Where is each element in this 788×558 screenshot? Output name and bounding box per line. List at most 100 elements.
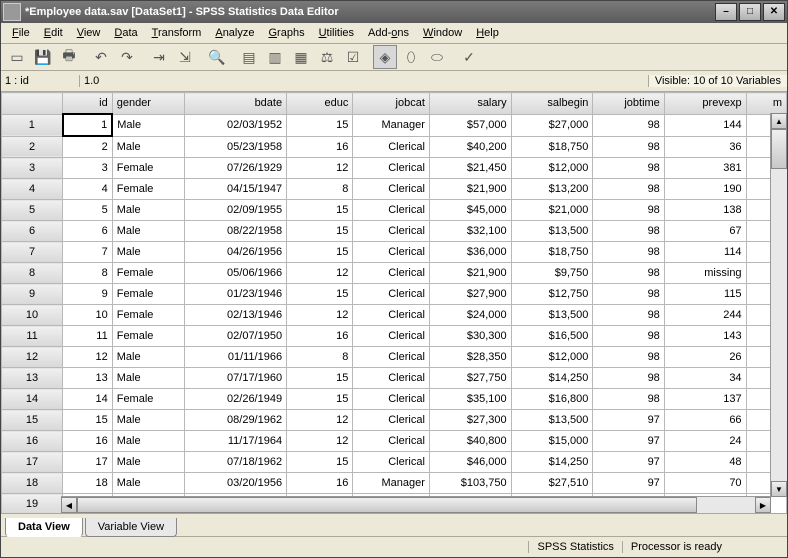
cell-salary[interactable]: $21,450 [429,158,511,179]
undo-icon[interactable]: ↶ [89,45,113,69]
cell-gender[interactable]: Male [112,200,184,221]
cell-educ[interactable]: 16 [287,473,353,494]
split-file-icon[interactable]: ▦ [289,45,313,69]
row-header[interactable]: 19 [2,494,63,514]
cell-gender[interactable]: Male [112,431,184,452]
cell-gender[interactable]: Female [112,158,184,179]
cell-salary[interactable]: $27,750 [429,368,511,389]
cell-gender[interactable]: Male [112,221,184,242]
cell-jobcat[interactable]: Clerical [353,431,430,452]
cell-salary[interactable]: $36,000 [429,242,511,263]
cell-jobcat[interactable]: Clerical [353,221,430,242]
cell-jobcat[interactable]: Clerical [353,410,430,431]
corner-header[interactable] [2,93,63,115]
row-header[interactable]: 18 [2,473,63,494]
cell-salbegin[interactable]: $18,750 [511,242,593,263]
horizontal-scrollbar[interactable]: ◀ ▶ [61,496,771,513]
menu-help[interactable]: Help [469,25,506,41]
menu-graphs[interactable]: Graphs [261,25,311,41]
cell-id[interactable]: 7 [63,242,113,263]
cell-id[interactable]: 6 [63,221,113,242]
spellcheck-icon[interactable]: ✓ [457,45,481,69]
scroll-down-icon[interactable]: ▼ [771,481,787,497]
cell-gender[interactable]: Male [112,368,184,389]
cell-bdate[interactable]: 02/09/1955 [184,200,286,221]
scroll-right-icon[interactable]: ▶ [755,497,771,513]
cell-jobcat[interactable]: Clerical [353,347,430,368]
menu-addons[interactable]: Add-ons [361,25,416,41]
cell-educ[interactable]: 15 [287,200,353,221]
cell-jobtime[interactable]: 98 [593,347,664,368]
row-header[interactable]: 9 [2,284,63,305]
cell-educ[interactable]: 12 [287,158,353,179]
select-cases-icon[interactable]: ☑ [341,45,365,69]
cell-educ[interactable]: 15 [287,368,353,389]
menu-utilities[interactable]: Utilities [312,25,361,41]
cell-salary[interactable]: $21,900 [429,179,511,200]
cell-jobtime[interactable]: 98 [593,263,664,284]
col-header-m[interactable]: m [746,93,786,115]
col-header-gender[interactable]: gender [112,93,184,115]
cell-jobcat[interactable]: Clerical [353,179,430,200]
cell-bdate[interactable]: 02/03/1952 [184,114,286,136]
cell-id[interactable]: 9 [63,284,113,305]
cell-prevexp[interactable]: 48 [664,452,746,473]
cell-salbegin[interactable]: $27,510 [511,473,593,494]
cell-gender[interactable]: Male [112,410,184,431]
cell-bdate[interactable]: 04/26/1956 [184,242,286,263]
cell-salbegin[interactable]: $13,500 [511,305,593,326]
cell-jobcat[interactable]: Clerical [353,263,430,284]
cell-jobtime[interactable]: 98 [593,136,664,158]
cell-salary[interactable]: $27,300 [429,410,511,431]
cell-prevexp[interactable]: 26 [664,347,746,368]
goto-case-icon[interactable]: ⇥ [147,45,171,69]
cell-jobcat[interactable]: Clerical [353,136,430,158]
vertical-scrollbar[interactable]: ▲ ▼ [770,113,787,497]
row-header[interactable]: 8 [2,263,63,284]
cell-prevexp[interactable]: 381 [664,158,746,179]
tab-variable-view[interactable]: Variable View [85,518,177,537]
cell-salbegin[interactable]: $13,200 [511,179,593,200]
cell-gender[interactable]: Female [112,305,184,326]
cell-jobtime[interactable]: 98 [593,389,664,410]
cell-salbegin[interactable]: $16,800 [511,389,593,410]
cell-id[interactable]: 2 [63,136,113,158]
cell-jobcat[interactable]: Manager [353,114,430,136]
row-header[interactable]: 12 [2,347,63,368]
cell-jobtime[interactable]: 98 [593,242,664,263]
cell-bdate[interactable]: 08/22/1958 [184,221,286,242]
cell-jobcat[interactable]: Clerical [353,200,430,221]
cell-salbegin[interactable]: $27,000 [511,114,593,136]
cell-id[interactable]: 14 [63,389,113,410]
col-header-salbegin[interactable]: salbegin [511,93,593,115]
col-header-jobtime[interactable]: jobtime [593,93,664,115]
cell-prevexp[interactable]: 67 [664,221,746,242]
menu-transform[interactable]: Transform [145,25,209,41]
cell-id[interactable]: 16 [63,431,113,452]
cell-prevexp[interactable]: 114 [664,242,746,263]
cell-bdate[interactable]: 01/11/1966 [184,347,286,368]
redo-icon[interactable]: ↷ [115,45,139,69]
cell-jobtime[interactable]: 97 [593,431,664,452]
cell-prevexp[interactable]: 34 [664,368,746,389]
cell-jobcat[interactable]: Clerical [353,305,430,326]
insert-case-icon[interactable]: ▤ [237,45,261,69]
row-header[interactable]: 2 [2,136,63,158]
scroll-up-icon[interactable]: ▲ [771,113,787,129]
cell-educ[interactable]: 15 [287,389,353,410]
cell-prevexp[interactable]: 138 [664,200,746,221]
row-header[interactable]: 4 [2,179,63,200]
cell-educ[interactable]: 12 [287,410,353,431]
cell-jobtime[interactable]: 98 [593,326,664,347]
cell-educ[interactable]: 12 [287,305,353,326]
row-header[interactable]: 11 [2,326,63,347]
cell-salary[interactable]: $32,100 [429,221,511,242]
menu-data[interactable]: Data [107,25,144,41]
cell-bdate[interactable]: 08/29/1962 [184,410,286,431]
cell-salbegin[interactable]: $13,500 [511,221,593,242]
find-icon[interactable]: 🔍 [205,45,229,69]
hscroll-thumb[interactable] [77,497,697,513]
menu-view[interactable]: View [70,25,108,41]
cell-bdate[interactable]: 11/17/1964 [184,431,286,452]
cell-salary[interactable]: $35,100 [429,389,511,410]
